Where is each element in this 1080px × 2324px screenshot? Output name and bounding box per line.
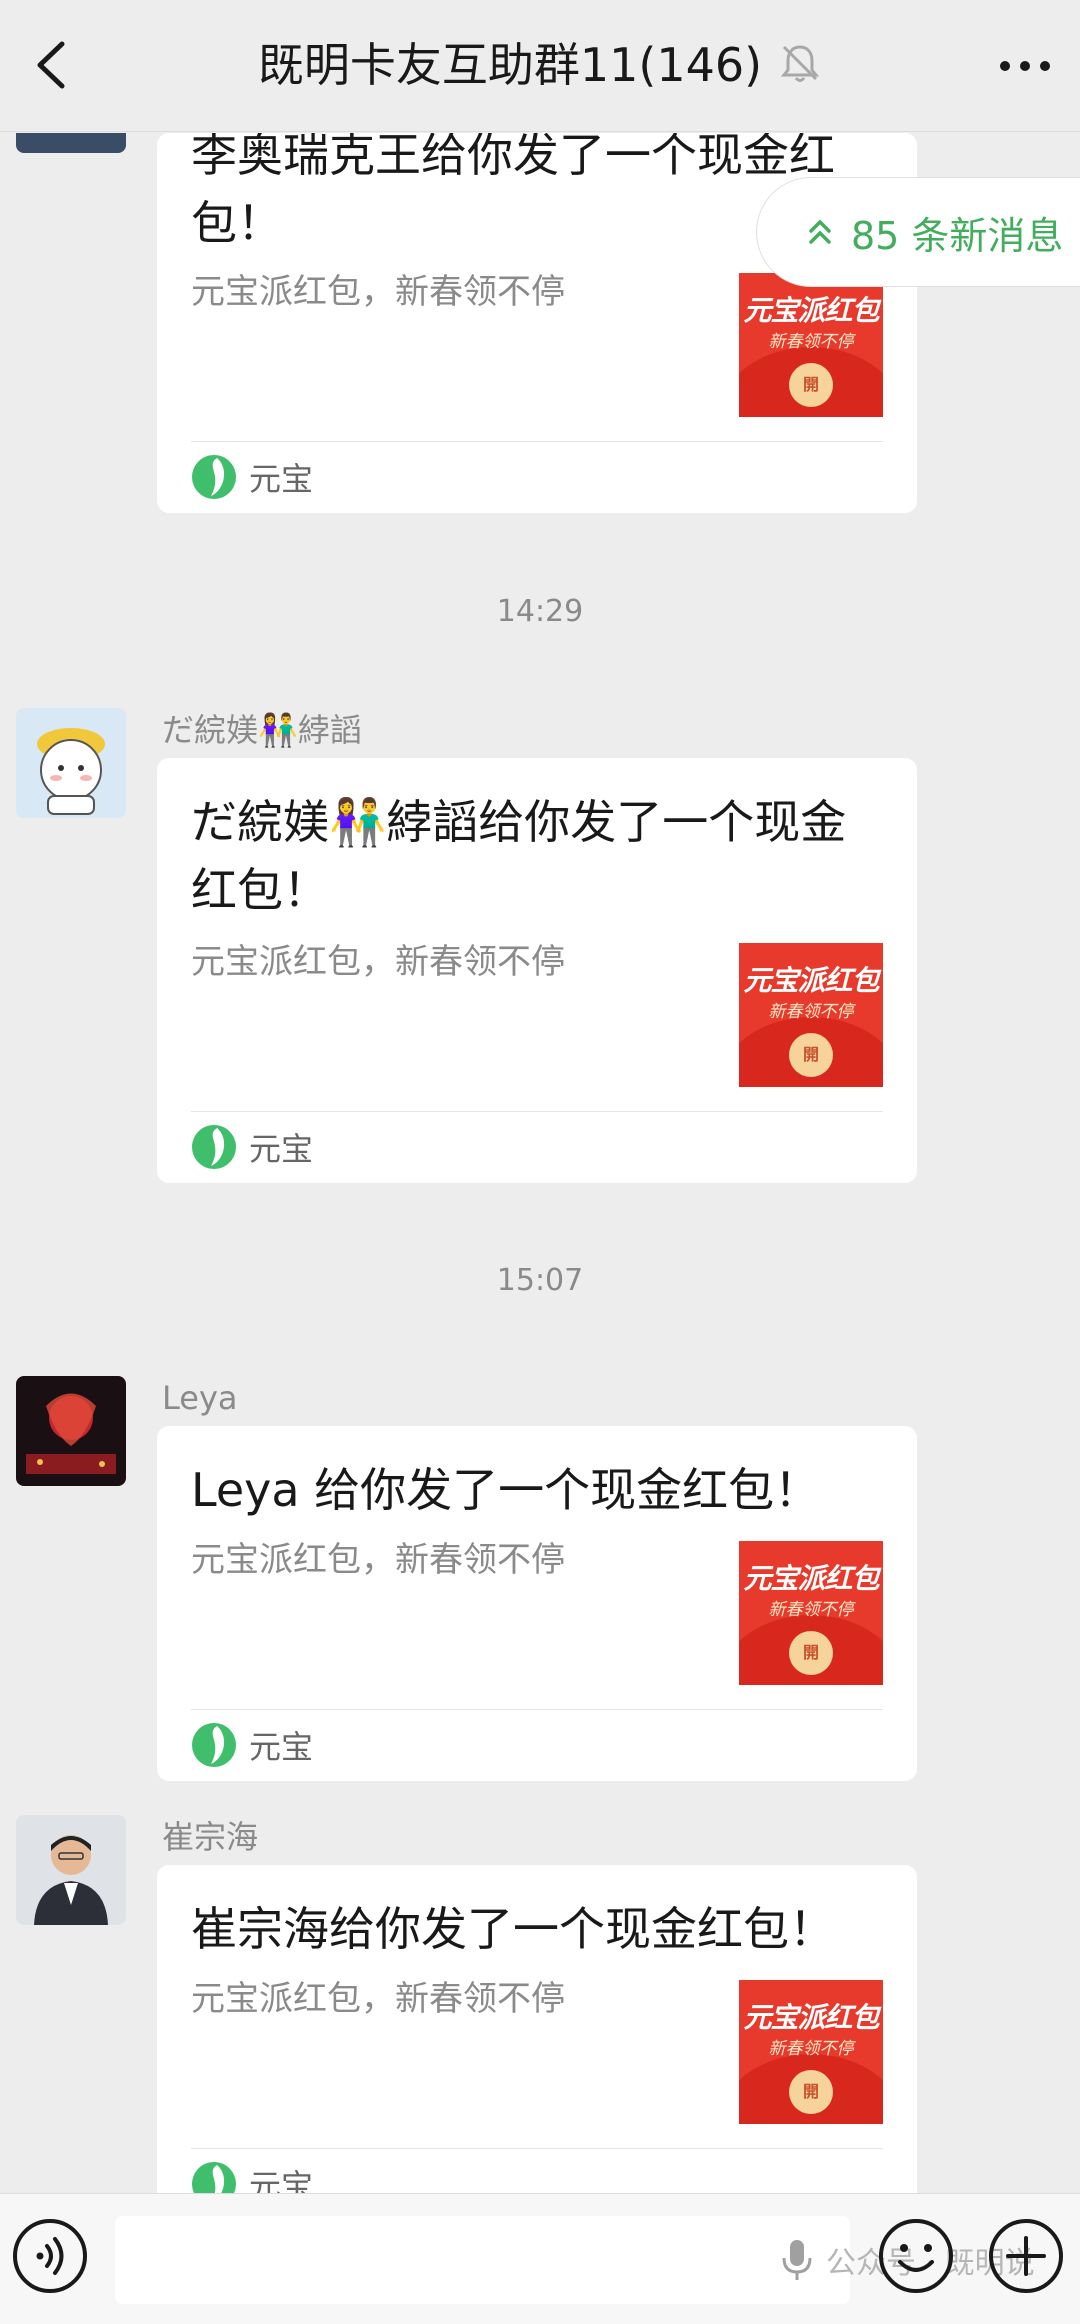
red-packet-title: Leya 给你发了一个现金红包！ — [191, 1463, 821, 1517]
avatar[interactable] — [16, 133, 126, 153]
emoji-icon[interactable] — [876, 2216, 956, 2296]
red-packet-image-title: 元宝派红包 — [743, 1562, 879, 1595]
card-footer: 元宝 — [191, 1721, 313, 1769]
chat-header: 既明卡友互助群11(146) — [0, 0, 1080, 132]
plus-icon[interactable] — [986, 2216, 1066, 2296]
card-divider — [191, 441, 883, 442]
red-packet-image-subtitle: 新春领不停 — [768, 2039, 854, 2059]
card-divider — [191, 1111, 883, 1112]
card-divider — [191, 2148, 883, 2149]
microphone-icon — [782, 2240, 812, 2280]
timestamp: 14:29 — [496, 594, 584, 629]
message-input[interactable] — [115, 2216, 850, 2304]
card-footer: 元宝 — [191, 1123, 313, 1171]
chat-area[interactable]: 李奥瑞克王给你发了一个现金红包！ 元宝派红包，新春领不停 元宝派红包 新春领不停… — [0, 133, 1080, 2193]
red-packet-card[interactable]: 崔宗海给你发了一个现金红包！ 元宝派红包，新春领不停 元宝派红包 新春领不停 開… — [157, 1865, 917, 2193]
red-packet-image: 元宝派红包 新春领不停 開 — [739, 1541, 883, 1685]
chat-title-wrap: 既明卡友互助群11(146) — [0, 34, 1080, 96]
voice-input-icon[interactable] — [10, 2216, 90, 2296]
yuanbao-logo-icon — [192, 1723, 236, 1767]
open-coin-icon: 開 — [789, 363, 833, 407]
red-packet-image-subtitle: 新春领不停 — [768, 332, 854, 352]
avatar[interactable] — [16, 1815, 126, 1925]
avatar[interactable] — [16, 1376, 126, 1486]
red-packet-image-title: 元宝派红包 — [743, 2001, 879, 2034]
card-source-label: 元宝 — [249, 460, 314, 498]
yuanbao-logo-icon — [192, 455, 236, 499]
red-packet-image-title: 元宝派红包 — [743, 294, 879, 327]
card-source-label: 元宝 — [249, 1728, 314, 1766]
red-packet-description: 元宝派红包，新春领不停 — [191, 1540, 565, 1580]
card-divider — [191, 1709, 883, 1710]
avatar[interactable] — [16, 708, 126, 818]
red-packet-description: 元宝派红包，新春领不停 — [191, 942, 565, 982]
red-packet-card[interactable]: だ綄媄👫綍謟给你发了一个现金红包！ 元宝派红包，新春领不停 元宝派红包 新春领不… — [157, 758, 917, 1183]
sender-name: Leya — [162, 1379, 238, 1417]
red-packet-image: 元宝派红包 新春领不停 開 — [739, 273, 883, 417]
red-packet-card[interactable]: Leya 给你发了一个现金红包！ 元宝派红包，新春领不停 元宝派红包 新春领不停… — [157, 1426, 917, 1781]
card-source-label: 元宝 — [249, 1130, 314, 1168]
sender-name: だ綄媄👫綍謟 — [162, 711, 362, 749]
timestamp: 15:07 — [496, 1263, 584, 1298]
new-messages-label: 85 条新消息 — [851, 213, 1064, 258]
red-packet-image-subtitle: 新春领不停 — [768, 1600, 854, 1620]
new-messages-button[interactable]: 85 条新消息 — [756, 177, 1080, 287]
card-footer: 元宝 — [191, 453, 313, 501]
open-coin-icon: 開 — [789, 1631, 833, 1675]
chat-title: 既明卡友互助群11(146) — [257, 38, 763, 92]
open-coin-icon: 開 — [789, 2070, 833, 2114]
red-packet-image: 元宝派红包 新春领不停 開 — [739, 1980, 883, 2124]
yuanbao-logo-icon — [192, 2162, 236, 2193]
red-packet-title: 崔宗海给你发了一个现金红包！ — [191, 1902, 835, 1956]
red-packet-image: 元宝派红包 新春领不停 開 — [739, 943, 883, 1087]
open-coin-icon: 開 — [789, 1033, 833, 1077]
yuanbao-logo-icon — [192, 1125, 236, 1169]
more-dots-icon[interactable] — [990, 36, 1060, 96]
input-bar: 公众号 · 既明说 — [0, 2193, 1080, 2324]
red-packet-title: だ綄媄👫綍謟给你发了一个现金红包！ — [191, 795, 847, 917]
card-source-label: 元宝 — [249, 2167, 314, 2193]
red-packet-image-title: 元宝派红包 — [743, 964, 879, 997]
bell-off-icon — [780, 45, 820, 82]
sender-name: 崔宗海 — [162, 1818, 259, 1856]
red-packet-description: 元宝派红包，新春领不停 — [191, 1979, 565, 2019]
red-packet-description: 元宝派红包，新春领不停 — [191, 272, 565, 312]
card-footer: 元宝 — [191, 2160, 313, 2193]
double-chevron-up-icon — [809, 219, 831, 244]
red-packet-image-subtitle: 新春领不停 — [768, 1002, 854, 1022]
